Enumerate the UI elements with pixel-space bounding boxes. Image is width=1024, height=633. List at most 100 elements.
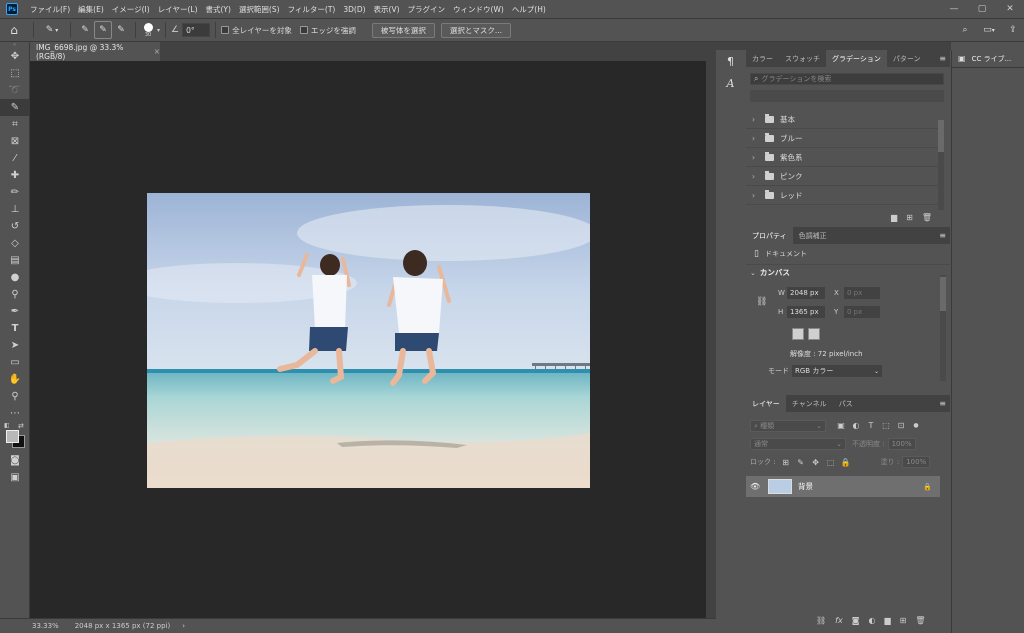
gradient-folder-item[interactable]: › ブルー [746,129,938,148]
home-icon[interactable]: ⌂ [0,21,28,39]
lock-image-pixels-icon[interactable]: ✎ [794,455,808,469]
brush-tool-icon[interactable]: ✏ [0,184,30,201]
document-canvas-image[interactable] [147,193,590,488]
gradient-scrollbar[interactable] [938,120,944,210]
enhance-edge-checkbox[interactable]: エッジを強調 [299,25,356,36]
select-and-mask-button[interactable]: 選択とマスク... [440,22,512,38]
type-filter-icon[interactable]: T [864,419,878,433]
panel-tab[interactable]: パターン [887,50,927,67]
menu-item[interactable]: ヘルプ(H) [508,4,550,15]
type-tool-icon[interactable]: T [0,320,30,337]
history-brush-tool-icon[interactable]: ↺ [0,218,30,235]
paragraph-icon[interactable]: ¶ [718,50,743,72]
menu-item[interactable]: 選択範囲(S) [235,4,284,15]
vertical-scrollbar[interactable] [706,61,716,618]
add-mask-icon[interactable]: ◙ [852,616,860,625]
panel-tab[interactable]: グラデーション [826,50,887,67]
gradient-folder-item[interactable]: › レッド [746,186,938,205]
gradient-search-box[interactable]: ⌕ グラデーションを検索 [750,73,944,85]
lock-all-icon[interactable]: 🔒 [839,455,853,469]
sample-all-layers-checkbox[interactable]: 全レイヤーを対象 [221,25,292,36]
new-selection-mode-button[interactable]: ✎ [76,21,94,39]
gradient-tool-icon[interactable]: ▤ [0,252,30,269]
scroll-thumb[interactable] [940,277,946,311]
smart-object-filter-icon[interactable]: ⊡ [894,419,908,433]
zoom-tool-icon[interactable]: ⚲ [0,388,30,405]
menu-item[interactable]: ファイル(F) [26,4,74,15]
panel-tab[interactable]: スウォッチ [779,50,826,67]
share-icon[interactable]: ⇪ [1002,21,1024,39]
fx-icon[interactable]: fx [835,616,843,625]
gradient-folder-item[interactable]: › 基本 [746,110,938,129]
screen-mode-icon[interactable]: ▣ [0,469,30,486]
menu-item[interactable]: 編集(E) [74,4,108,15]
scroll-thumb[interactable] [938,120,944,152]
lock-artboard-icon[interactable]: ⬚ [824,455,838,469]
shape-filter-icon[interactable]: ⬚ [879,419,893,433]
zoom-level[interactable]: 33.33% [32,622,59,630]
adjustment-layer-icon[interactable]: ◐ [868,616,875,625]
move-tool-icon[interactable]: ✥ [0,48,30,65]
gradient-folder-item[interactable]: › ピンク [746,167,938,186]
path-selection-tool-icon[interactable]: ➤ [0,337,30,354]
x-input[interactable]: 0 px [844,287,880,299]
close-tab-icon[interactable]: × [154,47,160,56]
chevron-right-icon[interactable]: › [752,172,762,181]
chevron-down-icon[interactable]: ▾ [157,27,160,34]
panel-tab[interactable]: 色調補正 [793,227,833,244]
new-group-icon[interactable]: ▆ [891,213,897,222]
marquee-tool-icon[interactable]: ⬚ [0,65,30,82]
menu-item[interactable]: プラグイン [404,4,450,15]
lock-position-icon[interactable]: ✥ [809,455,823,469]
menu-item[interactable]: フィルター(T) [284,4,340,15]
rectangle-tool-icon[interactable]: ▭ [0,354,30,371]
blend-mode-dropdown[interactable]: 通常 ⌄ [750,438,846,450]
menu-item[interactable]: 3D(D) [339,5,369,14]
eraser-tool-icon[interactable]: ◇ [0,235,30,252]
blur-tool-icon[interactable]: ● [0,269,30,286]
layer-row-background[interactable]: 👁 背景 🔒 [746,476,940,497]
clone-stamp-tool-icon[interactable]: ⊥ [0,201,30,218]
edit-toolbar-icon[interactable]: ⋯ [0,405,30,422]
layer-name[interactable]: 背景 [798,481,813,492]
chevron-right-icon[interactable]: › [752,191,762,200]
angle-input[interactable]: 0° [182,23,211,37]
menu-item[interactable]: 書式(Y) [202,4,235,15]
mode-dropdown[interactable]: RGB カラー ⌄ [792,365,882,377]
new-group-icon[interactable]: ▆ [884,616,890,625]
opacity-input[interactable]: 100% [887,438,916,450]
search-icon[interactable]: ⌕ [954,21,976,39]
select-subject-button[interactable]: 被写体を選択 [371,22,435,38]
crop-tool-icon[interactable]: ⌗ [0,116,30,133]
panel-menu-icon[interactable]: ≡ [939,54,946,63]
panel-menu-icon[interactable]: ≡ [939,231,946,240]
cc-libraries-tab[interactable]: ▣ CC ライブ... [952,50,1024,68]
panel-tab[interactable]: パス [833,395,859,412]
tool-preset-picker[interactable]: ✎ ▾ [39,21,65,39]
layer-kind-filter[interactable]: ⌕ 種類 ⌄ [750,419,826,432]
new-layer-icon[interactable]: ⊞ [900,616,907,625]
y-input[interactable]: 0 px [844,306,880,318]
panel-tab[interactable]: プロパティ [746,227,793,244]
pen-tool-icon[interactable]: ✒ [0,303,30,320]
quick-selection-tool-icon[interactable]: ✎ [0,99,30,116]
link-layers-icon[interactable]: ⛓ [816,616,826,625]
portrait-orientation-icon[interactable] [792,328,804,340]
image-filter-icon[interactable]: ▣ [834,419,848,433]
brush-size-picker[interactable]: 30 [141,22,155,38]
visibility-eye-icon[interactable]: 👁 [750,482,764,491]
foreground-color-swatch[interactable] [6,430,19,443]
width-input[interactable]: 2048 px [787,287,825,299]
close-window-button[interactable]: ✕ [996,4,1024,14]
lasso-tool-icon[interactable]: ➰ [0,82,30,99]
gradient-folder-item[interactable]: › 紫色系 [746,148,938,167]
adjustment-filter-icon[interactable]: ◐ [849,419,863,433]
fill-input[interactable]: 100% [902,456,931,468]
quick-mask-icon[interactable]: ◙ [0,452,30,469]
workspace-switcher[interactable]: ▭ ▾ [976,21,1002,39]
character-icon[interactable]: A [718,72,743,94]
eyedropper-tool-icon[interactable]: ⁄ [0,150,30,167]
subtract-from-selection-mode-button[interactable]: ✎ [112,21,130,39]
menu-item[interactable]: レイヤー(L) [154,4,202,15]
panel-tab[interactable]: レイヤー [746,395,786,412]
